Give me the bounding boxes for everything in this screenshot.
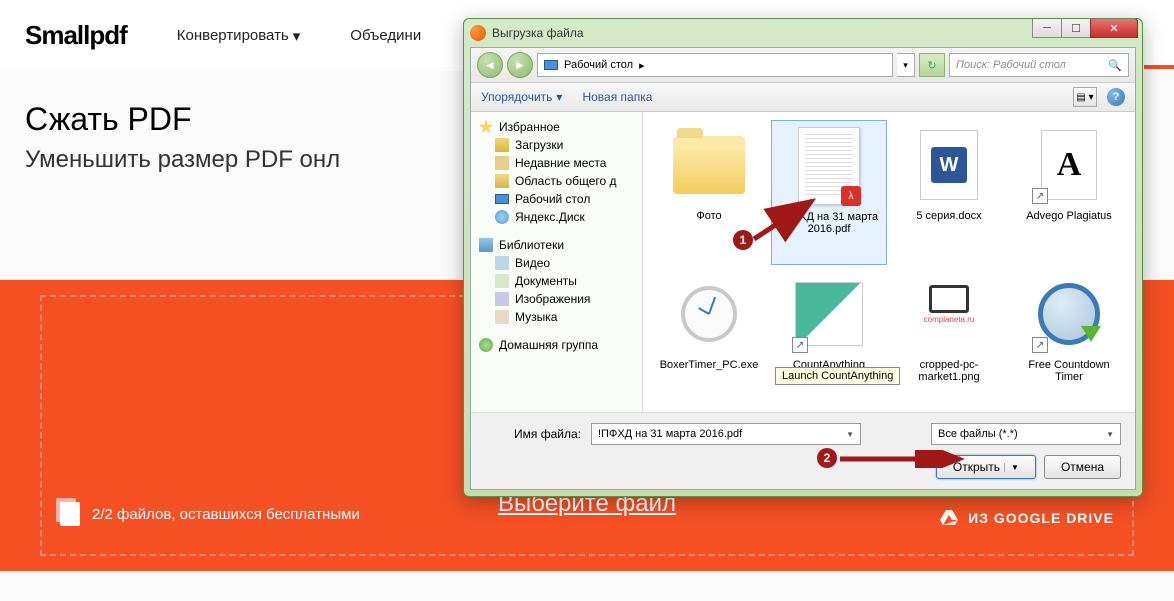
yandex-disk-icon: [495, 210, 509, 224]
sidebar-public[interactable]: Область общего д: [475, 172, 638, 190]
libraries-icon: [479, 238, 493, 252]
sidebar-images[interactable]: Изображения: [475, 290, 638, 308]
address-row: ◄ ► Рабочий стол ▸ ▾ ↻ Поиск: Рабочий ст…: [471, 48, 1135, 83]
logo[interactable]: Smallpdf: [25, 20, 127, 51]
file-boxertimer[interactable]: BoxerTimer_PC.exe: [651, 269, 767, 412]
sidebar-desktop[interactable]: Рабочий стол: [475, 190, 638, 208]
homegroup-icon: [479, 338, 493, 352]
chevron-down-icon: ▼: [1106, 430, 1114, 439]
sidebar-favorites[interactable]: Избранное: [475, 118, 638, 136]
word-icon: W: [920, 130, 978, 200]
breadcrumb-dropdown[interactable]: ▾: [897, 53, 915, 77]
filetype-select[interactable]: Все файлы (*.*) ▼: [931, 423, 1121, 445]
countdown-icon: [1038, 283, 1100, 345]
chevron-right-icon: ▸: [639, 59, 645, 72]
firefox-icon: [470, 25, 486, 41]
sidebar-libraries[interactable]: Библиотеки: [475, 236, 638, 254]
sidebar-video[interactable]: Видео: [475, 254, 638, 272]
annotation-step-1: 1: [733, 230, 753, 250]
plagiatus-icon: A: [1041, 130, 1097, 200]
shortcut-icon: ↗: [792, 337, 808, 353]
maximize-button[interactable]: ☐: [1061, 18, 1091, 38]
help-icon[interactable]: ?: [1107, 88, 1125, 106]
downloads-icon: [495, 138, 509, 152]
filename-input[interactable]: !ПФХД на 31 марта 2016.pdf ▼: [591, 423, 861, 445]
desktop-icon: [544, 60, 558, 70]
file-countdown-timer[interactable]: ↗ Free Countdown Timer: [1011, 269, 1127, 412]
star-icon: [479, 120, 493, 134]
search-icon: 🔍: [1108, 59, 1122, 72]
nav-convert[interactable]: Конвертировать ▾: [177, 27, 300, 45]
back-button[interactable]: ◄: [477, 52, 503, 78]
annotation-step-2: 2: [817, 448, 837, 468]
file-cropped-png[interactable]: complaneta.ru cropped-pc-market1.png: [891, 269, 1007, 412]
forward-button[interactable]: ►: [507, 52, 533, 78]
complaneta-icon: complaneta.ru: [915, 285, 983, 343]
desktop-icon: [495, 194, 509, 204]
dialog-footer: Имя файла: !ПФХД на 31 марта 2016.pdf ▼ …: [471, 412, 1135, 489]
recent-icon: [495, 156, 509, 170]
shortcut-icon: ↗: [1032, 337, 1048, 353]
google-drive-button[interactable]: ИЗ GOOGLE DRIVE: [940, 510, 1114, 526]
file-countanything[interactable]: ↗ CountAnything Launch CountAnything: [771, 269, 887, 412]
document-icon: [60, 502, 80, 526]
music-icon: [495, 310, 509, 324]
annotation-arrow-2: [838, 450, 968, 468]
titlebar[interactable]: Выгрузка файла ─ ☐ ✕: [464, 19, 1142, 47]
chevron-down-icon: ▾: [556, 90, 562, 104]
sidebar: Избранное Загрузки Недавние места Област…: [471, 112, 643, 412]
file-upload-dialog: Выгрузка файла ─ ☐ ✕ ◄ ► Рабочий стол ▸ …: [463, 18, 1143, 497]
sidebar-recent[interactable]: Недавние места: [475, 154, 638, 172]
file-grid: Фото λ !ПФХД на 31 марта 2016.pdf W 5 се…: [643, 112, 1135, 412]
annotation-arrow-1: [750, 195, 820, 245]
dialog-title: Выгрузка файла: [492, 26, 584, 40]
search-input[interactable]: Поиск: Рабочий стол 🔍: [949, 53, 1129, 77]
file-advego[interactable]: A↗ Advego Plagiatus: [1011, 120, 1127, 265]
documents-icon: [495, 274, 509, 288]
sidebar-homegroup[interactable]: Домашняя группа: [475, 336, 638, 354]
view-mode-button[interactable]: ▤ ▾: [1073, 87, 1097, 107]
tooltip: Launch CountAnything: [775, 367, 900, 385]
clock-icon: [681, 286, 737, 342]
files-remaining: 2/2 файлов, оставшихся бесплатными: [60, 502, 360, 526]
nav-merge[interactable]: Объедини: [350, 27, 421, 44]
chevron-down-icon: ▼: [846, 430, 854, 439]
sidebar-music[interactable]: Музыка: [475, 308, 638, 326]
refresh-button[interactable]: ↻: [919, 53, 945, 77]
organize-menu[interactable]: Упорядочить ▾: [481, 90, 562, 104]
cancel-button[interactable]: Отмена: [1044, 455, 1121, 479]
close-button[interactable]: ✕: [1090, 18, 1138, 38]
file-docx[interactable]: W 5 серия.docx: [891, 120, 1007, 265]
chevron-down-icon: ▾: [293, 27, 301, 45]
toolbar: Упорядочить ▾ Новая папка ▤ ▾ ?: [471, 83, 1135, 112]
folder-icon: [673, 136, 745, 194]
accent-border: [1144, 65, 1174, 69]
filename-label: Имя файла:: [485, 427, 581, 441]
pdf-badge-icon: λ: [841, 186, 861, 206]
sidebar-downloads[interactable]: Загрузки: [475, 136, 638, 154]
chevron-down-icon: ▼: [1004, 463, 1019, 472]
sidebar-yandex-disk[interactable]: Яндекс.Диск: [475, 208, 638, 226]
video-icon: [495, 256, 509, 270]
pdf-thumbnail: λ: [798, 127, 860, 205]
shortcut-icon: ↗: [1032, 188, 1048, 204]
sidebar-documents[interactable]: Документы: [475, 272, 638, 290]
new-folder-button[interactable]: Новая папка: [582, 90, 652, 104]
breadcrumb-bar[interactable]: Рабочий стол ▸: [537, 53, 893, 77]
minimize-button[interactable]: ─: [1032, 18, 1062, 38]
images-icon: [495, 292, 509, 306]
share-icon: [495, 174, 509, 188]
gdrive-icon: [940, 510, 958, 526]
